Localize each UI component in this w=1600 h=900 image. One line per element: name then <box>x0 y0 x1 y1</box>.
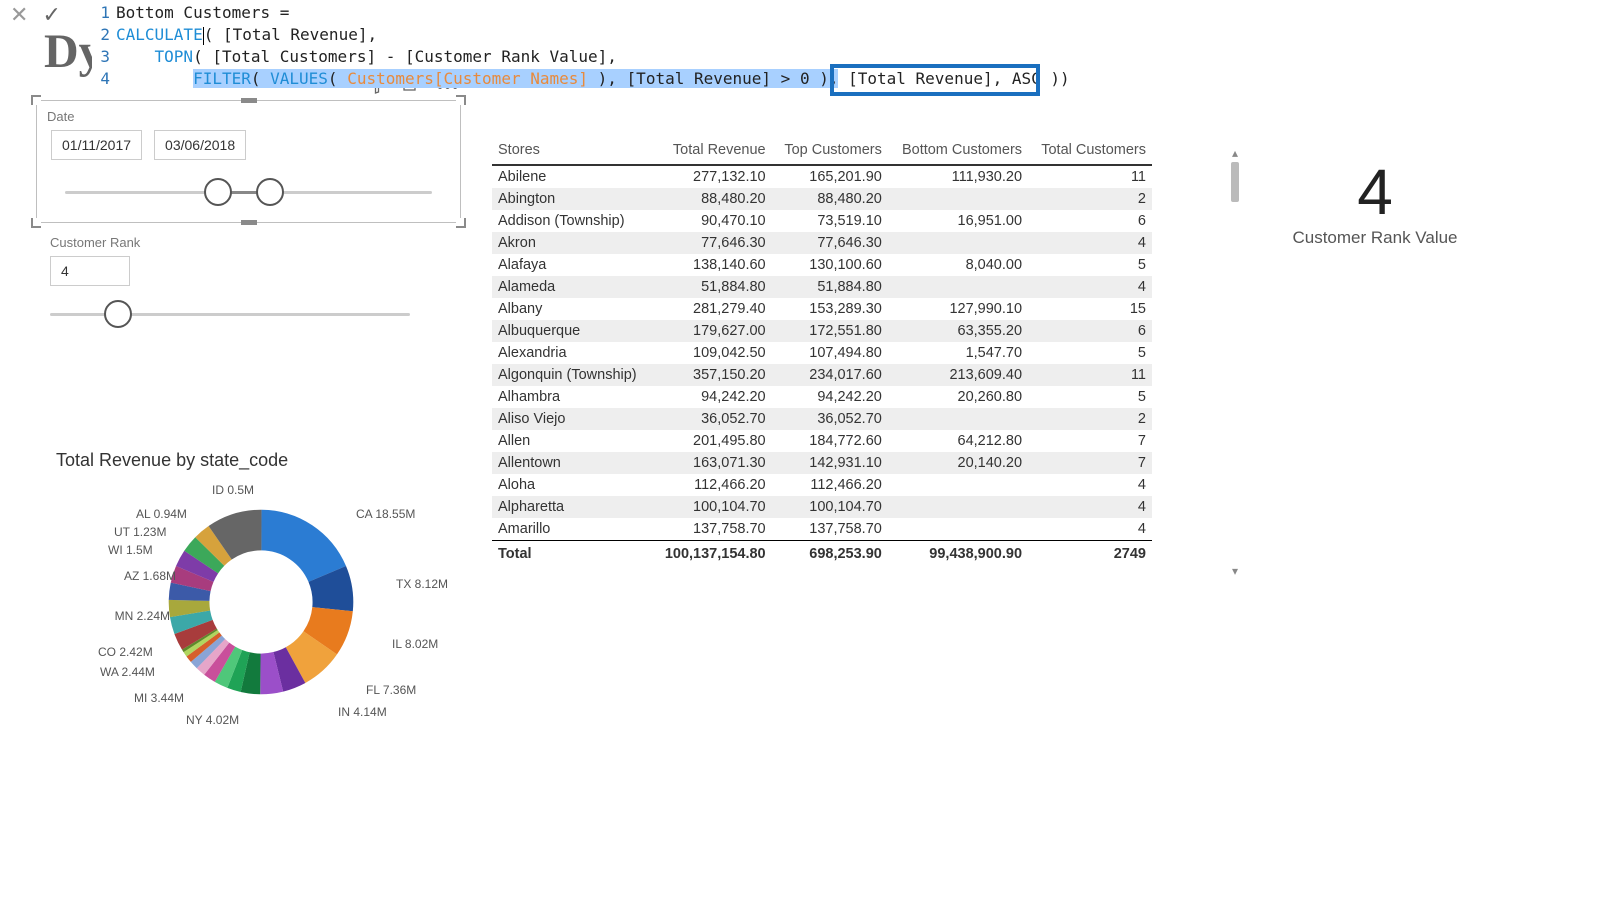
chart-label: IL 8.02M <box>392 637 438 651</box>
chart-label: TX 8.12M <box>396 577 448 591</box>
date-from-input[interactable]: 01/11/2017 <box>51 130 142 160</box>
table-row[interactable]: Addison (Township)90,470.1073,519.1016,9… <box>492 210 1152 232</box>
line-gutter: 1 2 3 4 <box>92 0 110 95</box>
col-total-revenue[interactable]: Total Revenue <box>652 138 772 165</box>
date-slicer-title: Date <box>47 109 450 124</box>
total-label: Total <box>492 541 652 566</box>
table-row[interactable]: Alhambra94,242.2094,242.2020,260.805 <box>492 386 1152 408</box>
table-row[interactable]: Abington88,480.2088,480.202 <box>492 188 1152 210</box>
customer-rank-card[interactable]: 4 Customer Rank Value <box>1260 160 1490 248</box>
cancel-formula-icon[interactable]: ✕ <box>10 4 28 26</box>
total-top: 698,253.90 <box>772 541 888 566</box>
slider-thumb-from[interactable] <box>204 178 232 206</box>
col-total-customers[interactable]: Total Customers <box>1028 138 1152 165</box>
scroll-thumb[interactable] <box>1231 162 1239 202</box>
table-row[interactable]: Abilene277,132.10165,201.90111,930.2011 <box>492 165 1152 188</box>
chart-label: IN 4.14M <box>338 705 387 719</box>
table-row[interactable]: Alameda51,884.8051,884.804 <box>492 276 1152 298</box>
table-row[interactable]: Allen201,495.80184,772.6064,212.807 <box>492 430 1152 452</box>
chart-label: ID 0.5M <box>208 483 258 497</box>
slider-thumb-to[interactable] <box>256 178 284 206</box>
card-value: 4 <box>1260 160 1490 224</box>
customer-rank-slicer[interactable]: Customer Rank 4 <box>36 235 461 330</box>
total-revenue: 100,137,154.80 <box>652 541 772 566</box>
chart-label: AL 0.94M <box>136 507 187 521</box>
chart-label: WA 2.44M <box>100 665 155 679</box>
chart-label: NY 4.02M <box>186 713 239 727</box>
table-row[interactable]: Alexandria109,042.50107,494.801,547.705 <box>492 342 1152 364</box>
table-row[interactable]: Amarillo137,758.70137,758.704 <box>492 518 1152 541</box>
table-row[interactable]: Albany281,279.40153,289.30127,990.1015 <box>492 298 1152 320</box>
date-to-input[interactable]: 03/06/2018 <box>154 130 246 160</box>
scroll-up-icon[interactable]: ▴ <box>1228 146 1242 160</box>
stores-table-visual[interactable]: Stores Total Revenue Top Customers Botto… <box>492 138 1232 565</box>
table-row[interactable]: Aliso Viejo36,052.7036,052.702 <box>492 408 1152 430</box>
table-row[interactable]: Algonquin (Township)357,150.20234,017.60… <box>492 364 1152 386</box>
donut-svg <box>166 507 356 697</box>
chart-label: MI 3.44M <box>134 691 184 705</box>
rank-value-input[interactable]: 4 <box>50 256 130 286</box>
chart-label: UT 1.23M <box>114 525 166 539</box>
scroll-down-icon[interactable]: ▾ <box>1228 564 1242 578</box>
col-stores[interactable]: Stores <box>492 138 652 165</box>
table-row[interactable]: Aloha112,466.20112,466.204 <box>492 474 1152 496</box>
date-slicer-visual[interactable]: ••• Date 01/11/2017 03/06/2018 <box>36 100 461 223</box>
revenue-by-state-chart[interactable]: Total Revenue by state_code <box>36 450 461 777</box>
chart-title: Total Revenue by state_code <box>56 450 461 471</box>
stores-table: Stores Total Revenue Top Customers Botto… <box>492 138 1152 565</box>
rank-slider[interactable] <box>50 300 410 330</box>
chart-label: MN 2.24M <box>106 609 170 623</box>
table-row[interactable]: Allentown163,071.30142,931.1020,140.207 <box>492 452 1152 474</box>
chart-label: FL 7.36M <box>366 683 416 697</box>
table-row[interactable]: Akron77,646.3077,646.304 <box>492 232 1152 254</box>
card-label: Customer Rank Value <box>1260 228 1490 248</box>
formula-bar: Dy ✕ ✓ 1 2 3 4 Bottom Customers = CALCUL… <box>0 0 1600 95</box>
table-row[interactable]: Alafaya138,140.60130,100.608,040.005 <box>492 254 1152 276</box>
commit-formula-icon[interactable]: ✓ <box>42 4 60 26</box>
total-bottom: 99,438,900.90 <box>888 541 1028 566</box>
rank-slider-thumb[interactable] <box>104 300 132 328</box>
chart-label: CA 18.55M <box>356 507 415 521</box>
chart-label: AZ 1.68M <box>112 569 176 583</box>
formula-editor[interactable]: Bottom Customers = CALCULATE( [Total Rev… <box>110 0 1600 95</box>
rank-slicer-title: Customer Rank <box>50 235 461 250</box>
col-top-customers[interactable]: Top Customers <box>772 138 888 165</box>
chart-label: CO 2.42M <box>98 645 153 659</box>
date-range-slider[interactable] <box>65 178 432 208</box>
total-customers: 2749 <box>1028 541 1152 566</box>
table-scrollbar[interactable]: ▴ ▾ <box>1228 146 1242 576</box>
chart-label: WI 1.5M <box>108 543 153 557</box>
table-row[interactable]: Alpharetta100,104.70100,104.704 <box>492 496 1152 518</box>
table-row[interactable]: Albuquerque179,627.00172,551.8063,355.20… <box>492 320 1152 342</box>
col-bottom-customers[interactable]: Bottom Customers <box>888 138 1028 165</box>
